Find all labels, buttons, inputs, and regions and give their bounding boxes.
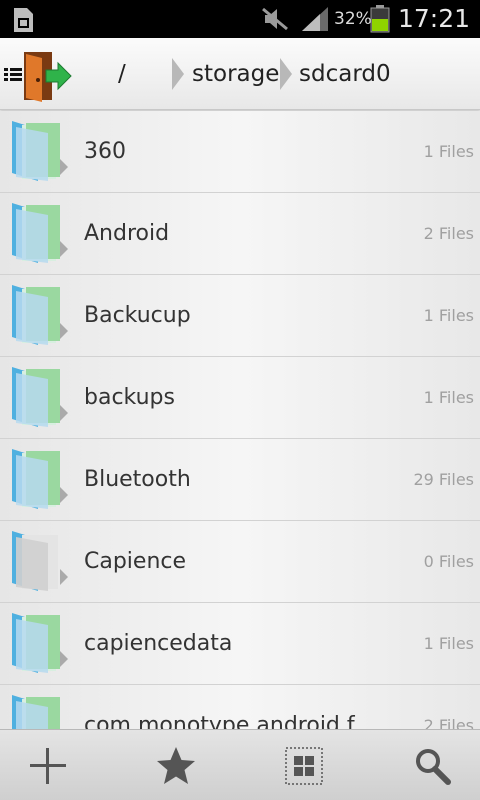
folder-icon: [12, 121, 68, 181]
list-item[interactable]: 360 1 Files: [0, 111, 480, 193]
file-count: 0 Files: [423, 552, 474, 571]
star-icon[interactable]: [154, 744, 198, 788]
signal-icon: [302, 7, 328, 31]
list-item[interactable]: Bluetooth 29 Files: [0, 439, 480, 521]
battery-percent: 32%: [334, 9, 372, 29]
folder-name: Android: [84, 221, 170, 246]
folder-icon: [12, 203, 68, 263]
folder-name: Bluetooth: [84, 467, 191, 492]
mute-icon: [262, 7, 288, 31]
empty-folder-icon: [12, 531, 68, 591]
breadcrumb-sdcard0[interactable]: sdcard0: [299, 38, 391, 110]
file-count: 2 Files: [423, 716, 474, 729]
battery-icon: [370, 5, 390, 33]
bottom-action-bar: [0, 729, 480, 800]
folder-name: com.monotype.android.f...: [84, 713, 375, 729]
folder-icon: [12, 285, 68, 345]
folder-icon: [12, 695, 60, 729]
breadcrumb-separator-icon: [172, 58, 184, 90]
exit-menu-icon[interactable]: [2, 46, 76, 104]
list-item[interactable]: backups 1 Files: [0, 357, 480, 439]
folder-icon: [12, 367, 68, 427]
file-count: 1 Files: [423, 388, 474, 407]
breadcrumb-root[interactable]: /: [118, 38, 126, 110]
file-count: 1 Files: [423, 142, 474, 161]
list-item[interactable]: com.monotype.android.f... 2 Files: [0, 685, 480, 729]
folder-name: Backucup: [84, 303, 191, 328]
file-count: 2 Files: [423, 224, 474, 243]
add-icon[interactable]: [26, 744, 70, 788]
file-list[interactable]: 360 1 Files Android 2 Files Backucup 1 F…: [0, 111, 480, 729]
folder-icon: [12, 613, 68, 673]
list-item[interactable]: Backucup 1 Files: [0, 275, 480, 357]
breadcrumb-storage[interactable]: storage: [192, 38, 279, 110]
folder-name: 360: [84, 139, 126, 164]
path-toolbar: / storage sdcard0: [0, 38, 480, 110]
list-item[interactable]: Android 2 Files: [0, 193, 480, 275]
folder-name: Capience: [84, 549, 187, 574]
list-item[interactable]: capiencedata 1 Files: [0, 603, 480, 685]
status-bar: 32% 17:21: [0, 0, 480, 38]
list-item[interactable]: Capience 0 Files: [0, 521, 480, 603]
search-icon[interactable]: [410, 744, 454, 788]
folder-icon: [12, 449, 68, 509]
breadcrumb-separator-icon: [280, 58, 292, 90]
file-count: 1 Files: [423, 634, 474, 653]
folder-name: backups: [84, 385, 175, 410]
file-count: 29 Files: [413, 470, 474, 489]
clock: 17:21: [398, 4, 471, 33]
grid-view-icon[interactable]: [282, 744, 326, 788]
folder-name: capiencedata: [84, 631, 233, 656]
file-count: 1 Files: [423, 306, 474, 325]
sim-icon: [14, 8, 33, 32]
